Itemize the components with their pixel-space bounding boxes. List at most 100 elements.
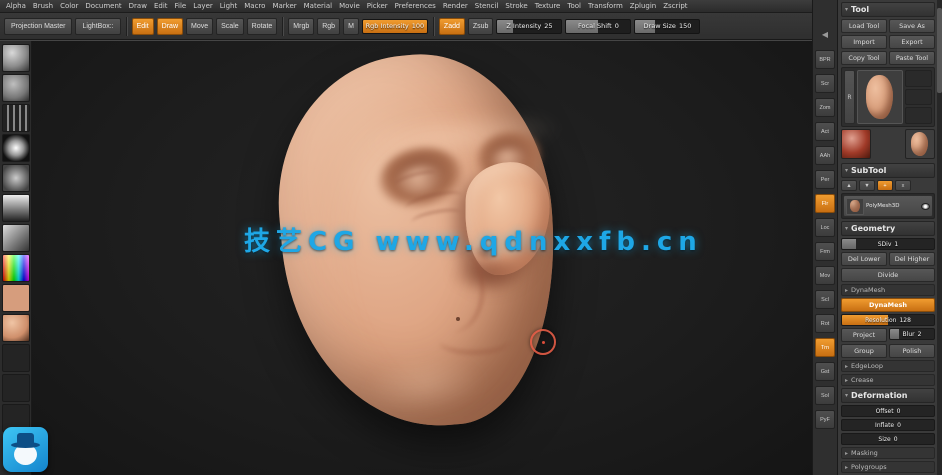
del-lower-button[interactable]: Del Lower xyxy=(841,252,887,266)
subtool-delete-button[interactable]: x xyxy=(895,180,911,191)
subtool-duplicate-button[interactable]: + xyxy=(877,180,893,191)
move-mode-button[interactable]: Move xyxy=(186,17,214,35)
subtool-down-button[interactable]: ▼ xyxy=(859,180,875,191)
menu-item[interactable]: Stencil xyxy=(472,1,502,11)
zoom-button[interactable]: Zom xyxy=(815,98,835,117)
import-button[interactable]: Import xyxy=(841,35,887,49)
zadd-button[interactable]: Zadd xyxy=(438,17,465,35)
panel-scroll-thumb[interactable] xyxy=(937,8,942,93)
project-button[interactable]: Project xyxy=(841,328,887,342)
subtool-section-header[interactable]: ▾ SubTool xyxy=(841,163,935,178)
alpha-thumbnail[interactable] xyxy=(1,224,30,252)
menu-item[interactable]: Material xyxy=(301,1,335,11)
offset-slider[interactable]: Offset 0 xyxy=(841,405,935,417)
tool-palette-header[interactable]: ▾ Tool xyxy=(841,2,935,17)
export-button[interactable]: Export xyxy=(889,35,935,49)
menu-item[interactable]: Color xyxy=(57,1,81,11)
del-higher-button[interactable]: Del Higher xyxy=(889,252,935,266)
scale-view-button[interactable]: Scl xyxy=(815,290,835,309)
menu-item[interactable]: Render xyxy=(440,1,471,11)
rotate-mode-button[interactable]: Rotate xyxy=(246,17,278,35)
menu-item[interactable]: Marker xyxy=(269,1,299,11)
local-symmetry-button[interactable]: Loc xyxy=(815,218,835,237)
divide-button[interactable]: Divide xyxy=(841,268,935,282)
menu-item[interactable]: Transform xyxy=(585,1,626,11)
stroke-thumbnail[interactable] xyxy=(1,104,30,132)
load-tool-button[interactable]: Load Tool xyxy=(841,19,887,33)
menu-item[interactable]: Texture xyxy=(532,1,564,11)
save-as-button[interactable]: Save As xyxy=(889,19,935,33)
zsub-button[interactable]: Zsub xyxy=(467,17,494,35)
rotate-view-button[interactable]: Rot xyxy=(815,314,835,333)
copy-tool-button[interactable]: Copy Tool xyxy=(841,51,887,65)
polygroups-subheader[interactable]: ▸ Polygroups xyxy=(841,461,935,473)
menu-item[interactable]: Macro xyxy=(241,1,268,11)
menu-item[interactable]: Edit xyxy=(151,1,171,11)
z-intensity-slider[interactable]: Z Intensity 25 xyxy=(496,18,563,34)
rgb-intensity-slider[interactable]: Rgb Intensity 100 xyxy=(361,18,428,34)
polyframe-button[interactable]: PyF xyxy=(815,410,835,429)
alpha-thumbnail[interactable] xyxy=(1,164,30,192)
panel-scrollbar[interactable] xyxy=(937,0,942,475)
tool-slot[interactable] xyxy=(905,107,932,125)
group-button[interactable]: Group xyxy=(841,344,887,358)
color-swatch[interactable] xyxy=(1,284,30,312)
tool-slot[interactable] xyxy=(905,88,932,106)
crease-subheader[interactable]: ▸ Crease xyxy=(841,374,935,386)
geometry-section-header[interactable]: ▾ Geometry xyxy=(841,221,935,236)
menu-item[interactable]: Layer xyxy=(190,1,216,11)
inflate-slider[interactable]: Inflate 0 xyxy=(841,419,935,431)
sdiv-slider[interactable]: SDiv 1 xyxy=(841,238,935,250)
edit-mode-button[interactable]: Edit xyxy=(131,17,154,35)
resolution-slider[interactable]: Resolution 128 xyxy=(841,314,935,326)
move-view-button[interactable]: Mov xyxy=(815,266,835,285)
color-picker[interactable] xyxy=(1,254,30,282)
menu-item[interactable]: Zplugin xyxy=(627,1,659,11)
scale-mode-button[interactable]: Scale xyxy=(216,17,244,35)
frame-button[interactable]: Frm xyxy=(815,242,835,261)
menu-item[interactable]: Preferences xyxy=(392,1,439,11)
subtool-up-button[interactable]: ▲ xyxy=(841,180,857,191)
menu-item[interactable]: Picker xyxy=(364,1,391,11)
menu-item[interactable]: File xyxy=(172,1,190,11)
polish-button[interactable]: Polish xyxy=(889,344,935,358)
menu-item[interactable]: Document xyxy=(82,1,124,11)
edgeloop-subheader[interactable]: ▸ EdgeLoop xyxy=(841,360,935,372)
texture-thumbnail[interactable] xyxy=(1,344,30,372)
ghost-button[interactable]: Gst xyxy=(815,362,835,381)
texture-thumbnail[interactable] xyxy=(1,374,30,402)
mrgb-button[interactable]: Mrgb xyxy=(288,17,315,35)
menu-item[interactable]: Alpha xyxy=(3,1,29,11)
dynamesh-button[interactable]: DynaMesh xyxy=(841,298,935,312)
projection-master-button[interactable]: Projection Master xyxy=(4,17,73,35)
scroll-button[interactable]: Scr xyxy=(815,74,835,93)
brush-preview-thumbnail[interactable] xyxy=(1,74,30,102)
actual-size-button[interactable]: Act xyxy=(815,122,835,141)
dynamesh-subheader[interactable]: ▸ DynaMesh xyxy=(841,284,935,296)
perspective-button[interactable]: Per xyxy=(815,170,835,189)
menu-item[interactable]: Stroke xyxy=(502,1,530,11)
paste-tool-button[interactable]: Paste Tool xyxy=(889,51,935,65)
floor-grid-button[interactable]: Flr xyxy=(815,194,835,213)
lightbox-button[interactable]: LightBox:: xyxy=(75,17,121,35)
visibility-eye-icon[interactable] xyxy=(921,202,930,210)
rgb-button[interactable]: Rgb xyxy=(317,17,341,35)
alpha-thumbnail[interactable] xyxy=(1,194,30,222)
draw-mode-button[interactable]: Draw xyxy=(156,17,184,35)
tool-slot[interactable] xyxy=(905,70,932,87)
brush-thumbnail[interactable] xyxy=(1,44,30,72)
material-thumbnail[interactable] xyxy=(1,314,30,342)
recent-tool-polymesh[interactable] xyxy=(905,129,935,159)
menu-item[interactable]: Movie xyxy=(336,1,363,11)
sculpt-canvas[interactable]: 技艺CG www.qdnxxfb.cn xyxy=(32,41,812,475)
bpr-render-button[interactable]: BPR xyxy=(815,50,835,69)
recent-tool-simplebrush[interactable] xyxy=(841,129,871,159)
alpha-thumbnail[interactable] xyxy=(1,134,30,162)
menu-item[interactable]: Tool xyxy=(564,1,584,11)
tool-side-strip[interactable]: R xyxy=(844,70,855,124)
menu-item[interactable]: Brush xyxy=(30,1,56,11)
aa-half-button[interactable]: AAh xyxy=(815,146,835,165)
menu-item[interactable]: Draw xyxy=(126,1,150,11)
subtool-item[interactable]: PolyMesh3D xyxy=(843,195,933,217)
m-button[interactable]: M xyxy=(343,17,359,35)
